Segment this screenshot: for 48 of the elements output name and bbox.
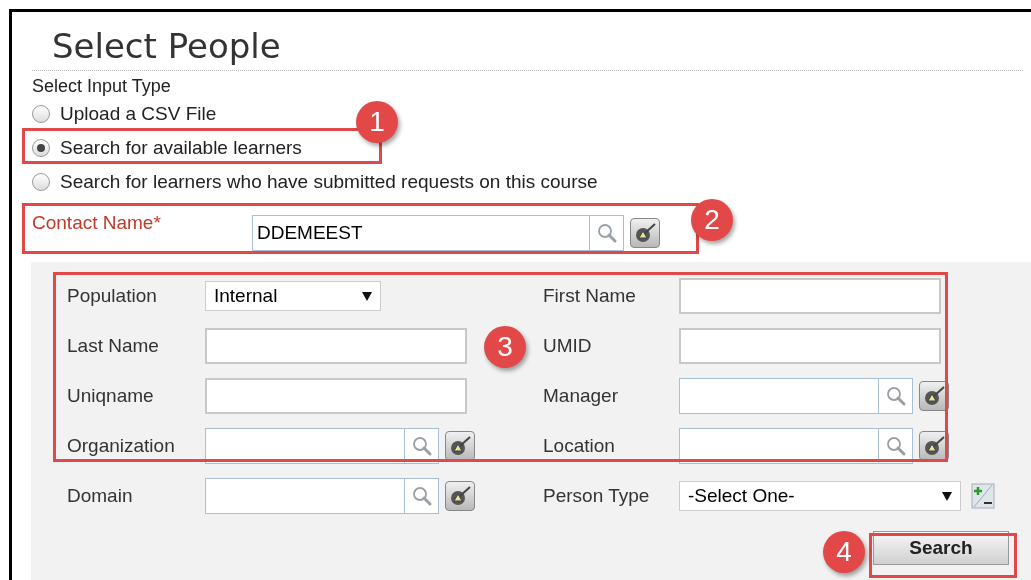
dropdown[interactable]: Internal xyxy=(205,281,381,311)
lookup-field[interactable] xyxy=(679,378,878,414)
clear-button[interactable] xyxy=(445,481,475,511)
text-field[interactable] xyxy=(205,378,467,414)
search-icon[interactable] xyxy=(884,435,907,457)
field-label: Organization xyxy=(67,433,176,458)
field-label: Domain xyxy=(67,483,134,508)
contact-name-label: Contact Name* xyxy=(32,211,162,235)
field-label: Population xyxy=(67,283,158,308)
text-field[interactable] xyxy=(679,328,941,364)
eraser-icon xyxy=(922,435,946,457)
page-title: Select People xyxy=(52,25,282,68)
eraser-icon xyxy=(633,222,657,244)
radio-label: Search for learners who have submitted requests on this course xyxy=(60,172,598,192)
search-icon[interactable] xyxy=(884,385,907,407)
radio-button[interactable] xyxy=(32,105,50,123)
callout-badge: 2 xyxy=(691,199,733,241)
field-label: Manager xyxy=(543,383,619,408)
radio-button[interactable] xyxy=(32,173,50,191)
dropdown[interactable]: -Select One- xyxy=(679,481,961,511)
lookup-field[interactable] xyxy=(679,428,878,464)
search-icon[interactable] xyxy=(595,222,618,244)
field-label: First Name xyxy=(543,283,637,308)
clear-button[interactable] xyxy=(630,218,660,248)
field-label: Last Name xyxy=(67,333,160,358)
field-label: Uniqname xyxy=(67,383,155,408)
eraser-icon xyxy=(922,385,946,407)
radio-label: Search for available learners xyxy=(60,138,302,158)
search-icon[interactable] xyxy=(410,485,433,507)
radio-label: Upload a CSV File xyxy=(60,104,217,124)
lookup-field[interactable]: DDEMEEST xyxy=(252,215,589,251)
input-type-label: Select Input Type xyxy=(32,75,172,97)
eraser-icon xyxy=(448,435,472,457)
search-icon[interactable] xyxy=(410,435,433,457)
lookup-field[interactable] xyxy=(205,478,404,514)
add-remove-icon[interactable] xyxy=(971,483,995,509)
field-label: Location xyxy=(543,433,616,458)
eraser-icon xyxy=(448,485,472,507)
field-label: UMID xyxy=(543,333,593,358)
lookup-field[interactable] xyxy=(205,428,404,464)
caret-icon xyxy=(942,491,952,501)
clear-button[interactable] xyxy=(445,431,475,461)
caret-icon xyxy=(362,291,372,301)
field-label: Person Type xyxy=(543,483,651,508)
callout-badge: 1 xyxy=(356,101,398,143)
text-field[interactable] xyxy=(679,278,941,314)
radio-button[interactable] xyxy=(32,139,50,157)
text-field[interactable] xyxy=(205,328,467,364)
